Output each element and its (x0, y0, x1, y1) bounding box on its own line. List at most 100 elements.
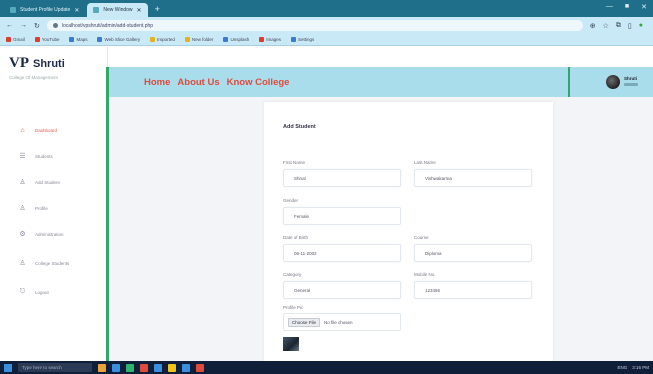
sidebar-item-dashboard[interactable]: ⌂ Dashboard (0, 117, 107, 143)
taskbar-app-icon[interactable] (168, 363, 176, 372)
star-icon[interactable]: ☆ (603, 22, 609, 30)
sidebar-item-logout[interactable]: ⎋ Logout (0, 279, 107, 305)
mobile-input[interactable]: 123456 (414, 281, 532, 299)
first-name-label: First Name (283, 160, 306, 165)
course-label: Course (414, 235, 429, 240)
address-bar: ← → ↻ localhost/vpshruti/admin/add-stude… (0, 17, 653, 34)
zoom-icon[interactable]: ⊕ (590, 22, 596, 30)
bookmark-icon (6, 37, 11, 42)
bookmark-item[interactable]: Gmail (6, 37, 25, 42)
sidebar-item-add-student[interactable]: ♙ Add Student (0, 169, 107, 195)
bookmark-item[interactable]: Settings (290, 37, 314, 42)
profile-icon[interactable]: ● (639, 22, 643, 30)
taskbar-app-icon[interactable] (196, 363, 204, 372)
user-icon: ♙ (19, 179, 26, 186)
main-content: Add Student First Name Shruti Last Name … (109, 97, 653, 366)
os-taskbar: Type here to search ENG 3:16 PM (0, 361, 653, 374)
taskbar-search-input[interactable]: Type here to search (18, 363, 92, 372)
last-name-input[interactable]: Vishwakarma (414, 169, 532, 187)
user-icon: ♙ (19, 260, 26, 267)
bookmark-item[interactable]: Images (259, 37, 281, 42)
bookmark-item[interactable]: New folder (184, 37, 213, 42)
brand-subtitle: College Of Management (9, 75, 58, 80)
profile-pic-label: Profile Pic (283, 305, 304, 310)
profile-pic-file-input[interactable]: Choose File No file chosen (283, 313, 401, 331)
sidebar: VP Shruti College Of Management ⌂ Dashboa… (0, 47, 108, 361)
taskbar-app-icon[interactable] (154, 363, 162, 372)
bookmark-item[interactable]: Maps (69, 37, 87, 42)
taskbar-app-icon[interactable] (126, 363, 134, 372)
settings-icon: ⚙ (19, 231, 26, 238)
system-tray: ENG 3:16 PM (617, 365, 649, 370)
sidebar-item-label: Administration (35, 231, 64, 237)
sidebar-item-label: Profile (35, 205, 48, 211)
nav-link-about-us[interactable]: About Us (177, 77, 219, 88)
first-name-input[interactable]: Shruti (283, 169, 401, 187)
gender-label: Gender (283, 198, 299, 203)
bookmark-icon (34, 37, 40, 42)
site-info-icon[interactable] (52, 23, 58, 28)
user-name: Shruti (624, 76, 637, 81)
add-student-form-card: Add Student First Name Shruti Last Name … (264, 102, 553, 366)
window-controls: — ■ ✕ (606, 3, 647, 11)
bookmark-icon (259, 37, 265, 42)
bookmark-icon (290, 37, 296, 42)
browser-extensions: ⊕ ☆ ⧉ ▯ ● (590, 22, 647, 30)
user-role-badge (624, 83, 638, 86)
taskbar-app-icon[interactable] (182, 363, 190, 372)
file-name-text: No file chosen (324, 319, 353, 325)
gender-input[interactable]: Female (283, 207, 401, 225)
sidebar-item-label: Add Student (35, 179, 60, 185)
windows-start-icon[interactable] (4, 363, 12, 372)
avatar[interactable] (606, 75, 620, 89)
student-icon: ☰ (19, 153, 26, 160)
course-input[interactable]: Diploma (414, 244, 532, 262)
browser-tab-active[interactable]: New Window ✕ (87, 3, 148, 17)
bookmark-icon (184, 37, 190, 42)
bookmark-item[interactable]: YouTube (34, 37, 59, 42)
back-arrow-icon[interactable]: ← (6, 22, 13, 29)
bookmark-icon (69, 37, 75, 42)
extensions-icon[interactable]: ⧉ (616, 22, 621, 30)
bookmark-item[interactable]: Web Slice Gallery (97, 37, 140, 42)
url-input[interactable]: localhost/vpshruti/admin/add-student.php (46, 20, 583, 31)
nav-link-know-college[interactable]: Know College (227, 77, 290, 88)
brand-initials: VP (9, 55, 29, 71)
sidebar-item-college-students[interactable]: ♙ College Students (0, 247, 107, 279)
reload-icon[interactable]: ↻ (34, 22, 40, 30)
browser-tab[interactable]: Student Profile Update ✕ (4, 3, 85, 17)
sidebar-item-students[interactable]: ☰ Students (0, 143, 107, 169)
sidebar-item-administration[interactable]: ⚙ Administration (0, 221, 107, 247)
dob-label: Date of Birth (283, 235, 309, 240)
taskbar-app-icon[interactable] (112, 363, 120, 372)
new-tab-button[interactable]: + (150, 3, 165, 17)
taskbar-app-icon[interactable] (140, 363, 148, 372)
sidebar-item-profile[interactable]: ♙ Profile (0, 195, 107, 221)
bookmark-icon (150, 37, 156, 42)
bookmark-item[interactable]: Unsplash (223, 37, 249, 42)
bookmark-icon (223, 37, 229, 42)
dashboard-icon: ⌂ (20, 126, 25, 134)
language-indicator[interactable]: ENG (617, 365, 627, 370)
category-input[interactable]: General (283, 281, 401, 299)
brand-logo[interactable]: VP Shruti (9, 55, 65, 72)
bookmark-item[interactable]: Imported (150, 37, 175, 42)
close-window-icon[interactable]: ✕ (641, 3, 647, 11)
tab-close-icon[interactable]: ✕ (74, 7, 79, 14)
forward-arrow-icon[interactable]: → (20, 22, 27, 29)
taskbar-app-icon[interactable] (98, 363, 106, 372)
user-menu[interactable]: Shruti (568, 67, 653, 97)
maximize-icon[interactable]: ■ (625, 3, 629, 11)
tab-close-icon[interactable]: ✕ (137, 7, 142, 14)
clock[interactable]: 3:16 PM (632, 365, 649, 370)
bookmarks-bar: Gmail YouTube Maps Web Slice Gallery Imp… (0, 34, 653, 46)
sidebar-toggle-icon[interactable]: ▯ (628, 22, 632, 30)
sidebar-item-label: Students (35, 153, 53, 159)
sidebar-item-label: College Students (35, 260, 70, 266)
choose-file-button[interactable]: Choose File (288, 317, 321, 327)
dob-input[interactable]: 06-11-2002 (283, 244, 401, 262)
form-title: Add Student (283, 124, 316, 130)
nav-link-home[interactable]: Home (144, 77, 170, 88)
browser-tab-bar: Student Profile Update ✕ New Window ✕ + … (0, 0, 653, 17)
minimize-icon[interactable]: — (606, 3, 613, 11)
